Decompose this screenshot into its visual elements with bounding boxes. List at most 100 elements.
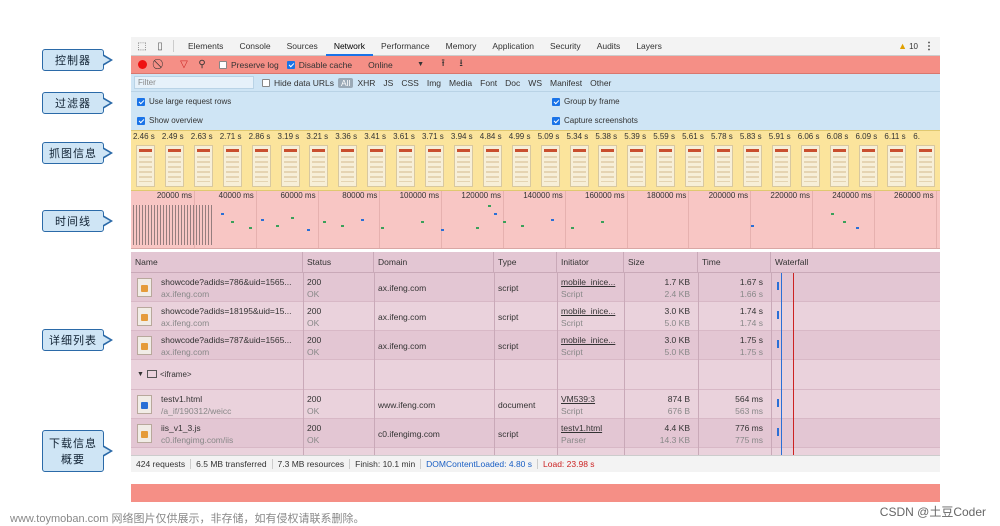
column-initiator[interactable]: Initiator — [557, 252, 624, 273]
tab-audits[interactable]: Audits — [589, 37, 629, 56]
screenshot-thumbnail[interactable] — [193, 145, 213, 187]
import-har-button[interactable]: ⭱ — [436, 58, 450, 72]
screenshot-thumbnail[interactable] — [222, 145, 242, 187]
frame-group-row[interactable]: ▼ <iframe> — [131, 360, 940, 390]
disable-cache-checkbox[interactable] — [286, 60, 295, 69]
preserve-log-option[interactable]: Preserve log — [219, 60, 279, 70]
table-row[interactable]: showcode?adids=786&uid=1565... ax.ifeng.c… — [131, 273, 940, 302]
filter-type-media[interactable]: Media — [445, 78, 476, 88]
group-frame-option[interactable]: Group by frame — [552, 97, 620, 106]
device-toggle-icon[interactable]: ▯ — [153, 39, 167, 53]
timeline-overview[interactable]: 20000 ms 40000 ms 60000 ms 80000 ms 100000 m… — [131, 191, 940, 249]
column-domain[interactable]: Domain — [374, 252, 494, 273]
filter-type-doc[interactable]: Doc — [501, 78, 524, 88]
table-row[interactable]: iis_v1_3.js c0.ifengimg.com/iis 200 OK c0.if… — [131, 419, 940, 448]
filter-toggle-button[interactable]: ▽ — [177, 58, 191, 72]
request-path: /a_if/190312/weicc — [161, 406, 232, 416]
screenshot-thumbnail[interactable] — [800, 145, 820, 187]
show-overview-checkbox[interactable] — [137, 116, 145, 125]
column-waterfall[interactable]: Waterfall — [771, 252, 940, 273]
filter-type-js[interactable]: JS — [379, 78, 397, 88]
screenshot-thumbnail[interactable] — [136, 145, 155, 187]
throttle-select[interactable]: Online ▼ — [364, 60, 424, 70]
screenshot-thumbnail[interactable] — [482, 145, 502, 187]
table-row[interactable]: testv1.html/a_if/190312/weicc 200 OK www.if… — [131, 390, 940, 419]
screenshot-thumbnail[interactable] — [338, 145, 358, 187]
request-type: script — [498, 429, 519, 439]
screenshot-thumbnail[interactable] — [714, 145, 733, 187]
filter-type-css[interactable]: CSS — [397, 78, 422, 88]
screenshot-thumbnail[interactable] — [685, 145, 705, 187]
tab-layers[interactable]: Layers — [628, 37, 670, 56]
screenshot-thumbnail[interactable] — [858, 145, 878, 187]
screenshot-thumbnail[interactable] — [771, 145, 791, 187]
screenshot-thumbnail[interactable] — [164, 145, 184, 187]
column-name[interactable]: Name — [131, 252, 303, 273]
screenshot-thumbnail[interactable] — [453, 145, 473, 187]
clear-button[interactable]: ⃠ — [153, 58, 167, 72]
tab-sources[interactable]: Sources — [279, 37, 326, 56]
screenshot-thumbnail[interactable] — [742, 145, 762, 187]
hide-data-urls-checkbox[interactable] — [262, 78, 270, 87]
column-size[interactable]: Size — [624, 252, 698, 273]
screenshot-thumbnail[interactable] — [280, 145, 300, 187]
screenshot-thumbnail[interactable] — [887, 145, 907, 187]
screenshot-thumbnail[interactable] — [367, 145, 387, 187]
screenshot-thumbnail[interactable] — [916, 145, 936, 187]
screenshot-thumbnail[interactable] — [598, 145, 618, 187]
warnings-badge[interactable]: ▲ 10 — [898, 41, 918, 51]
screenshot-thumbnail[interactable] — [569, 145, 589, 187]
record-button[interactable] — [135, 58, 149, 72]
filter-input[interactable]: Filter — [134, 76, 254, 89]
initiator-link[interactable]: mobile_inice... — [561, 335, 615, 345]
tab-console[interactable]: Console — [231, 37, 278, 56]
show-overview-option[interactable]: Show overview — [137, 116, 203, 125]
tab-performance[interactable]: Performance — [373, 37, 438, 56]
filter-type-font[interactable]: Font — [476, 78, 501, 88]
screenshot-thumbnail[interactable] — [829, 145, 849, 187]
screenshot-thumbnail[interactable] — [396, 145, 416, 187]
column-time[interactable]: Time — [698, 252, 771, 273]
initiator-link[interactable]: testv1.html — [561, 423, 602, 433]
tab-security[interactable]: Security — [542, 37, 589, 56]
tab-network[interactable]: Network — [325, 37, 373, 56]
disable-cache-option[interactable]: Disable cache — [286, 60, 352, 70]
initiator-link[interactable]: VM539:3 — [561, 394, 595, 404]
screenshot-thumbnail[interactable] — [251, 145, 271, 187]
table-row[interactable]: showcode?adids=18195&uid=15... ax.ifeng.c… — [131, 302, 940, 331]
inspect-cursor-icon[interactable]: ⬚ — [135, 39, 149, 53]
filter-type-all[interactable]: All — [338, 77, 354, 88]
tab-memory[interactable]: Memory — [438, 37, 485, 56]
filter-type-manifest[interactable]: Manifest — [546, 78, 586, 88]
tab-elements[interactable]: Elements — [180, 37, 231, 56]
preserve-log-checkbox[interactable] — [219, 60, 227, 69]
screenshot-thumbnail[interactable] — [540, 145, 560, 187]
search-button[interactable]: ⚲ — [195, 58, 209, 72]
filter-type-other[interactable]: Other — [586, 78, 615, 88]
column-type[interactable]: Type — [494, 252, 557, 273]
more-menu-icon[interactable]: ⋮ — [922, 41, 936, 52]
screenshot-thumbnail[interactable] — [309, 145, 329, 187]
screenshot-thumbnail[interactable] — [511, 145, 531, 187]
export-har-button[interactable]: ⭳ — [454, 58, 468, 72]
table-row[interactable]: showcode?adids=787&uid=1565... ax.ifeng.c… — [131, 331, 940, 360]
filter-type-img[interactable]: Img — [423, 78, 445, 88]
initiator-link[interactable]: mobile_inice... — [561, 277, 615, 287]
hide-data-urls-option[interactable]: Hide data URLs — [262, 78, 338, 88]
capture-screenshots-option[interactable]: Capture screenshots — [552, 116, 638, 125]
tab-application[interactable]: Application — [484, 37, 542, 56]
large-rows-checkbox[interactable] — [137, 97, 145, 106]
column-status[interactable]: Status — [303, 252, 374, 273]
screenshot-time: 3.19 s — [277, 132, 300, 141]
large-rows-option[interactable]: Use large request rows — [137, 97, 231, 106]
group-frame-checkbox[interactable] — [552, 97, 560, 106]
filter-type-xhr[interactable]: XHR — [353, 78, 379, 88]
initiator-type: Script — [561, 318, 583, 328]
capture-screenshots-checkbox[interactable] — [552, 116, 560, 125]
screenshot-thumbnail[interactable] — [627, 145, 647, 187]
screenshot-thumbnail[interactable] — [425, 145, 444, 187]
request-name: showcode?adids=786&uid=1565... — [161, 277, 292, 287]
screenshot-thumbnail[interactable] — [656, 145, 676, 187]
filter-type-ws[interactable]: WS — [524, 78, 546, 88]
initiator-link[interactable]: mobile_inice... — [561, 306, 615, 316]
